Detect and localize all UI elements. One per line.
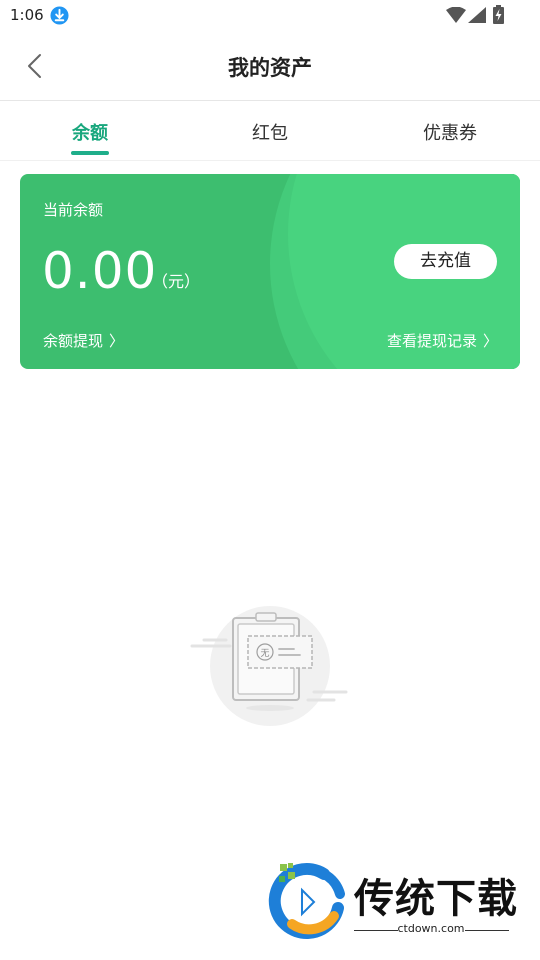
page-title: 我的资产 [228, 56, 312, 80]
withdraw-records-link[interactable]: 查看提现记录〉 [387, 330, 498, 351]
battery-charging-icon [493, 5, 504, 24]
watermark-title: 传统下载 [354, 876, 518, 922]
tab-balance[interactable]: 余额 [30, 119, 150, 145]
status-time: 1:06 [10, 6, 44, 24]
balance-label: 当前余额 [43, 201, 104, 219]
watermark-divider [465, 930, 509, 931]
empty-state-icon: 无 [190, 606, 348, 726]
tab-coupon[interactable]: 优惠券 [390, 119, 510, 145]
watermark-domain: ctdown.com [397, 922, 465, 935]
withdraw-link[interactable]: 余额提现〉 [43, 330, 124, 351]
balance-unit: （元） [152, 272, 201, 291]
watermark: 传统下载 ctdown.com [268, 862, 518, 942]
active-tab-indicator [71, 151, 109, 155]
signal-icon [468, 7, 486, 23]
watermark-logo [268, 862, 345, 939]
recharge-button[interactable]: 去充值 [394, 244, 497, 279]
wifi-icon [446, 7, 466, 23]
header: 我的资产 [0, 32, 540, 101]
empty-icon-text: 无 [260, 648, 269, 659]
withdraw-records-label: 查看提现记录 [386, 332, 477, 350]
withdraw-link-label: 余额提现 [43, 332, 104, 350]
balance-card: 当前余额 0.00 （元） 去充值 余额提现〉 查看提现记录〉 [20, 174, 520, 369]
chevron-right-icon: 〉 [109, 332, 125, 350]
tab-red-packet[interactable]: 红包 [210, 119, 330, 145]
balance-amount: 0.00 [42, 242, 158, 300]
chevron-right-icon: 〉 [482, 332, 498, 350]
status-bar: 1:06 [0, 0, 540, 32]
tab-bar: 余额 红包 优惠券 [0, 101, 540, 161]
download-icon [50, 6, 69, 25]
